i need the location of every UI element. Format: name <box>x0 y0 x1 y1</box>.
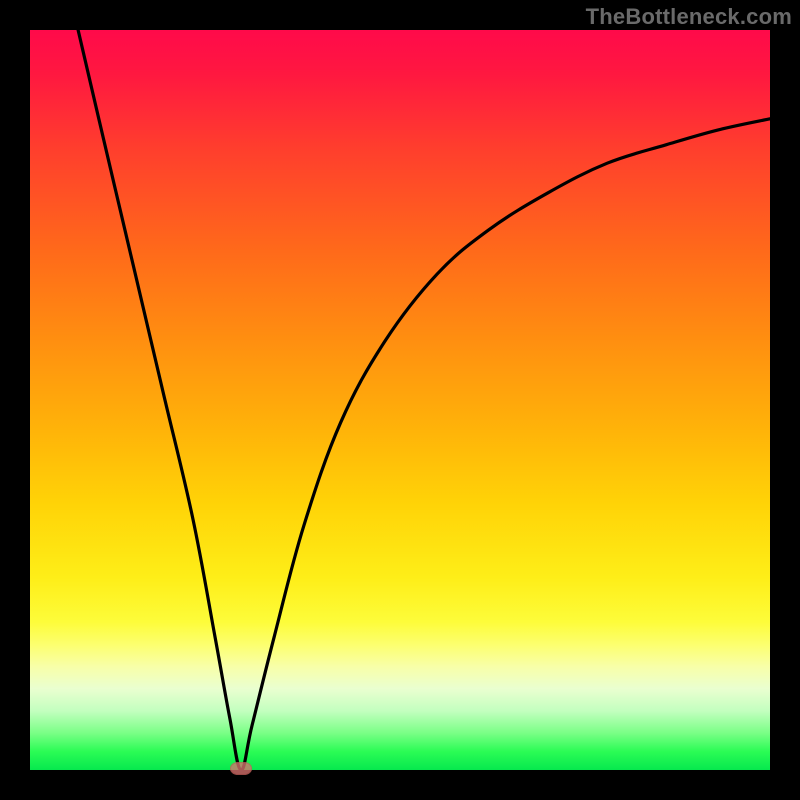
minimum-marker <box>230 762 252 775</box>
bottleneck-curve <box>30 30 770 770</box>
curve-path <box>78 30 770 770</box>
chart-frame: TheBottleneck.com <box>0 0 800 800</box>
plot-area <box>30 30 770 770</box>
watermark-text: TheBottleneck.com <box>586 4 792 30</box>
